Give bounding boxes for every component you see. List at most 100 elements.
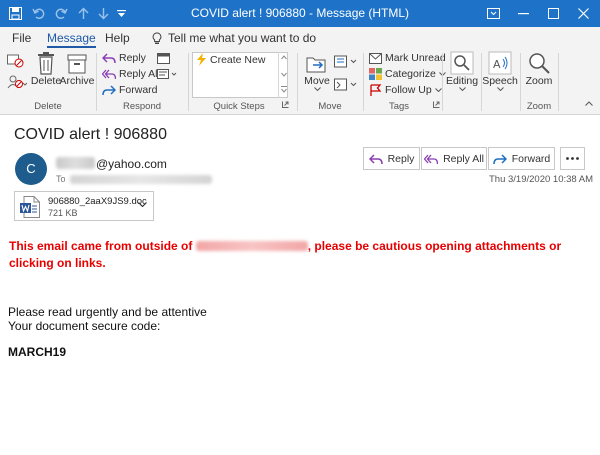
mark-unread-button[interactable]: Mark Unread [369,52,446,64]
undo-icon[interactable] [30,0,48,27]
ignore-button[interactable] [7,54,24,68]
respond-group-label: Respond [122,101,162,112]
zoom-icon [529,53,550,74]
ignore-icon [7,54,24,68]
chevron-down-icon [138,202,147,207]
onenote-button[interactable] [334,77,358,92]
ribbon-reply-label: Reply [119,52,146,64]
body-line: Please read urgently and be attentive [8,305,207,319]
zoom-button[interactable]: Zoom [525,51,553,87]
quick-steps-scrollbar[interactable] [278,52,288,98]
sender-name-redacted [56,157,95,169]
meeting-reply-button[interactable] [157,52,170,64]
more-actions-button[interactable] [560,147,585,170]
tags-group-label: Tags [388,101,410,112]
collapse-ribbon-button[interactable] [585,101,593,106]
move-button[interactable]: Move [303,51,331,91]
ribbon: Delete Archive Delete Reply Reply All Fo… [0,49,600,115]
create-new-label: Create New [210,53,266,66]
minimize-button[interactable] [508,0,538,27]
move-label: Move [304,75,330,87]
quick-step-create-new[interactable]: Create New [196,53,265,66]
maximize-button[interactable] [538,0,568,27]
forward-button[interactable]: Forward [488,147,555,170]
delete-button[interactable]: Delete [31,51,61,87]
chevron-down-icon [496,87,504,91]
follow-up-button[interactable]: Follow Up [369,84,442,96]
chevron-up-icon [585,101,593,106]
reply-icon [102,53,116,64]
up-arrow-icon[interactable] [74,0,92,27]
quick-steps-launcher[interactable] [282,101,289,108]
ribbon-display-options-icon[interactable] [478,0,508,27]
more-respond-button[interactable] [157,68,177,80]
title-bar: COVID alert ! 906880 - Message (HTML) [0,0,600,27]
recipient-redacted [70,175,212,184]
follow-up-label: Follow Up [385,84,432,96]
editing-label: Editing [445,75,479,87]
avatar[interactable]: C [15,153,47,185]
forward-icon [102,85,116,96]
reply-button[interactable]: Reply [363,147,420,170]
body-line: Your document secure code: [8,319,161,333]
dialog-launcher-icon [433,101,440,108]
categorize-button[interactable]: Categorize [369,68,446,80]
down-arrow-icon[interactable] [94,0,112,27]
flag-icon [370,84,382,96]
zoom-label: Zoom [525,75,553,87]
tab-file[interactable]: File [12,27,31,49]
rules-button[interactable] [334,54,358,69]
delete-group-label: Delete [34,101,62,112]
categorize-icon [369,68,382,80]
quick-steps-group-label: Quick Steps [213,101,265,112]
actions-icon [334,78,357,91]
attachment-menu-button[interactable] [138,202,147,207]
customize-toolbar-icon[interactable] [114,0,128,27]
move-group-label: Move [318,101,342,112]
reply-all-label: Reply All [443,152,484,165]
forward-icon [492,153,507,164]
tab-message[interactable]: Message [47,27,96,49]
tell-me-search[interactable]: Tell me what you want to do [152,27,316,49]
more-dots-icon [566,157,579,160]
tags-launcher[interactable] [433,101,440,108]
message-subject: COVID alert ! 906880 [14,126,167,143]
message-date: Thu 3/19/2020 10:38 AM [489,174,594,185]
to-label: To [56,174,66,184]
categorize-label: Categorize [385,68,436,80]
ribbon-reply-all-label: Reply All [119,68,160,80]
speech-label: Speech [482,75,518,87]
ribbon-reply-all-button[interactable]: Reply All [102,68,160,80]
reply-all-icon [102,69,116,80]
warning-text-before: This email came from outside of [9,239,196,253]
external-email-warning: This email came from outside of , please… [9,238,584,272]
search-icon [450,51,474,75]
reply-label: Reply [387,152,415,165]
dialog-launcher-icon [282,101,289,108]
secure-code: MARCH19 [8,345,67,359]
sender-domain[interactable]: @yahoo.com [96,157,167,171]
speech-button[interactable]: A Speech [482,51,518,91]
attachment[interactable]: 906880_2aaX9JS9.doc 721 KB [14,191,154,221]
junk-button[interactable] [7,75,27,89]
tab-help[interactable]: Help [105,27,130,49]
trash-icon [38,52,54,75]
reply-all-icon [424,154,439,164]
save-icon[interactable] [6,0,24,27]
ribbon-reply-button[interactable]: Reply [102,52,146,64]
archive-button[interactable]: Archive [60,51,95,87]
svg-text:A: A [493,58,501,71]
zoom-group-label: Zoom [526,101,552,112]
redo-icon[interactable] [52,0,70,27]
move-icon [306,57,326,73]
separator [558,53,559,111]
close-button[interactable] [568,0,598,27]
reply-all-button[interactable]: Reply All [421,147,487,170]
more-respond-icon [157,69,177,79]
ribbon-forward-button[interactable]: Forward [102,84,158,96]
calendar-icon [157,53,170,64]
editing-button[interactable]: Editing [446,51,478,91]
mark-unread-label: Mark Unread [385,52,446,64]
attachment-size: 721 KB [48,208,78,218]
archive-icon [67,54,87,74]
